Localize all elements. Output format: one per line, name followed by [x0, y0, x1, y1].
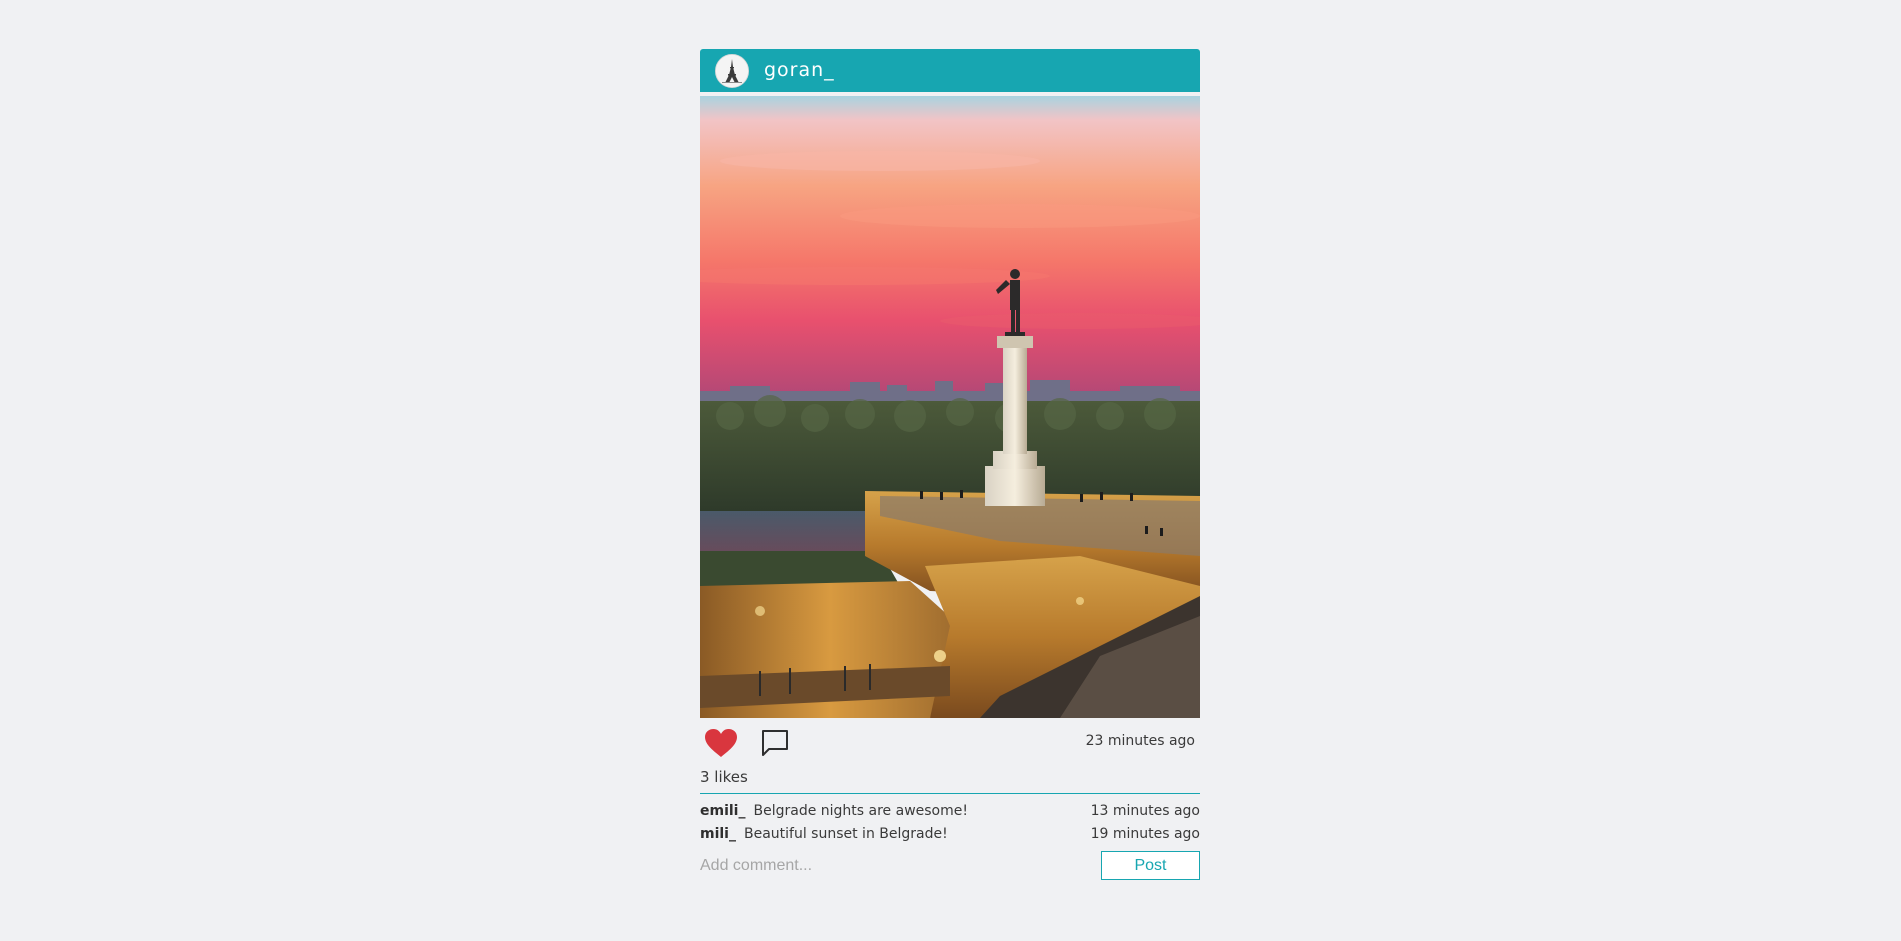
post-card: goran_ 23 minutes ago 3 likes emili_ Bel…	[700, 49, 1200, 883]
comment-author[interactable]: mili_	[700, 826, 736, 842]
post-actions: 23 minutes ago	[700, 718, 1200, 766]
comment-text: Belgrade nights are awesome!	[753, 803, 968, 819]
divider	[700, 793, 1200, 794]
eiffel-tower-icon	[716, 55, 748, 87]
heart-icon[interactable]	[704, 728, 738, 758]
comment-time: 19 minutes ago	[1090, 826, 1200, 842]
comment-time: 13 minutes ago	[1090, 803, 1200, 819]
likes-count[interactable]: 3 likes	[700, 766, 1200, 793]
add-comment-form: Post	[700, 851, 1200, 883]
comment-row: emili_ Belgrade nights are awesome! 13 mi…	[700, 801, 1200, 824]
speech-bubble-icon[interactable]	[760, 728, 790, 758]
comment-author[interactable]: emili_	[700, 803, 745, 819]
comment-text: Beautiful sunset in Belgrade!	[743, 826, 948, 842]
post-username[interactable]: goran_	[764, 59, 835, 81]
comment-input[interactable]	[700, 853, 1080, 879]
comment-row: mili_ Beautiful sunset in Belgrade! 19 mi…	[700, 824, 1200, 847]
post-header: goran_	[700, 49, 1200, 92]
post-time: 23 minutes ago	[1085, 733, 1195, 749]
comment-list: emili_ Belgrade nights are awesome! 13 mi…	[700, 801, 1200, 847]
post-comment-button[interactable]: Post	[1101, 851, 1200, 880]
sunset-monument-photo	[700, 96, 1200, 718]
avatar[interactable]	[715, 54, 749, 88]
